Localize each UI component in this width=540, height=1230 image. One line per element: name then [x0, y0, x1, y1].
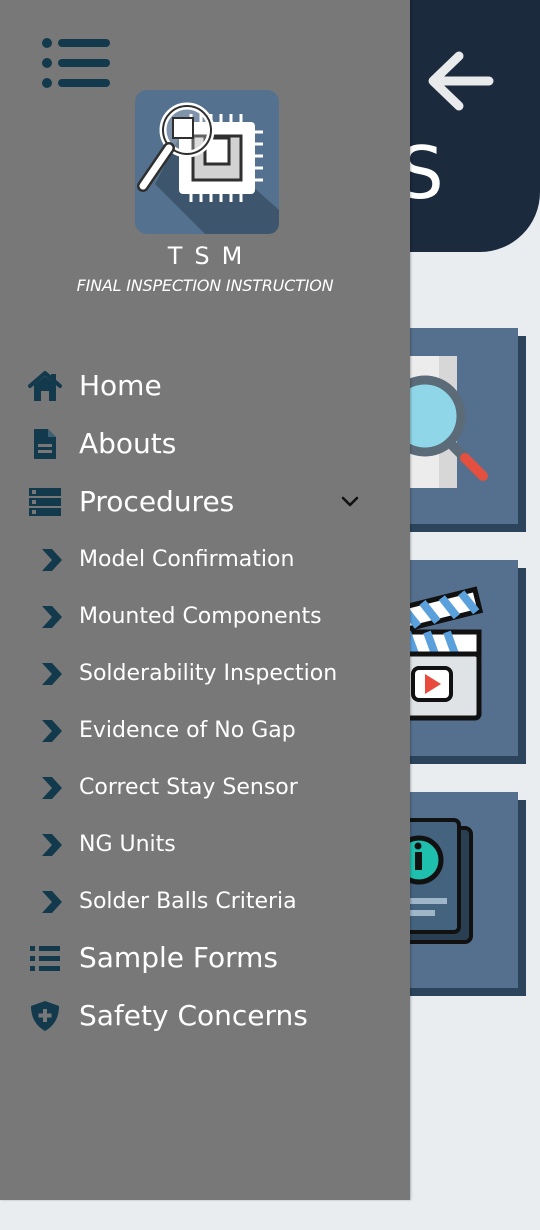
sub-item-label: NG Units — [79, 832, 176, 857]
sub-item-ng-units[interactable]: NG Units — [0, 822, 410, 868]
sub-item-label: Model Confirmation — [79, 547, 295, 572]
sub-item-model-confirmation[interactable]: Model Confirmation — [0, 537, 410, 583]
chevron-right-icon — [42, 777, 62, 799]
nav-item-label: Home — [79, 369, 162, 402]
chevron-right-icon — [42, 891, 62, 913]
nav-item-label: Abouts — [79, 427, 177, 460]
list-icon — [30, 946, 60, 971]
nav-item-label: Safety Concerns — [79, 999, 308, 1032]
sub-item-mounted-components[interactable]: Mounted Components — [0, 594, 410, 640]
menu-card-inspection[interactable] — [395, 328, 518, 524]
sub-item-solderability-inspection[interactable]: Solderability Inspection — [0, 651, 410, 697]
chevron-down-icon[interactable] — [338, 490, 362, 514]
arrow-left-icon[interactable] — [425, 46, 495, 116]
chevron-right-icon — [42, 720, 62, 742]
menu-card-info[interactable] — [395, 792, 518, 988]
clapperboard-video-icon — [395, 586, 484, 721]
sub-item-label: Evidence of No Gap — [79, 718, 296, 743]
sub-item-solder-balls-criteria[interactable]: Solder Balls Criteria — [0, 879, 410, 925]
chevron-right-icon — [42, 663, 62, 685]
sub-item-evidence-of-no-gap[interactable]: Evidence of No Gap — [0, 708, 410, 754]
list-box-icon — [29, 488, 61, 516]
home-icon — [28, 371, 62, 401]
navigation-drawer: TSM FINAL INSPECTION INSTRUCTION Home Ab… — [0, 0, 410, 1200]
nav-item-procedures[interactable]: Procedures — [0, 476, 410, 528]
nav-item-home[interactable]: Home — [0, 360, 410, 412]
sub-item-label: Mounted Components — [79, 604, 322, 629]
app-logo — [135, 90, 279, 234]
nav-item-label: Sample Forms — [79, 941, 279, 974]
sub-item-correct-stay-sensor[interactable]: Correct Stay Sensor — [0, 765, 410, 811]
brand-name: TSM — [167, 242, 255, 270]
chevron-right-icon — [42, 606, 62, 628]
brand-subtitle: FINAL INSPECTION INSTRUCTION — [76, 276, 334, 295]
sub-item-label: Correct Stay Sensor — [79, 775, 298, 800]
nav-item-label: Procedures — [79, 485, 235, 518]
info-book-icon — [395, 818, 473, 944]
nav-item-sample-forms[interactable]: Sample Forms — [0, 932, 410, 984]
sub-item-label: Solder Balls Criteria — [79, 889, 297, 914]
nav-item-abouts[interactable]: Abouts — [0, 418, 410, 470]
document-icon — [34, 429, 56, 459]
sub-item-label: Solderability Inspection — [79, 661, 338, 686]
shield-plus-icon — [31, 1001, 59, 1031]
nav-item-safety-concerns[interactable]: Safety Concerns — [0, 990, 410, 1042]
magnifier-document-icon — [395, 356, 488, 488]
hamburger-menu-icon[interactable] — [40, 36, 112, 92]
chevron-right-icon — [42, 549, 62, 571]
chevron-right-icon — [42, 834, 62, 856]
menu-card-video[interactable] — [395, 560, 518, 756]
